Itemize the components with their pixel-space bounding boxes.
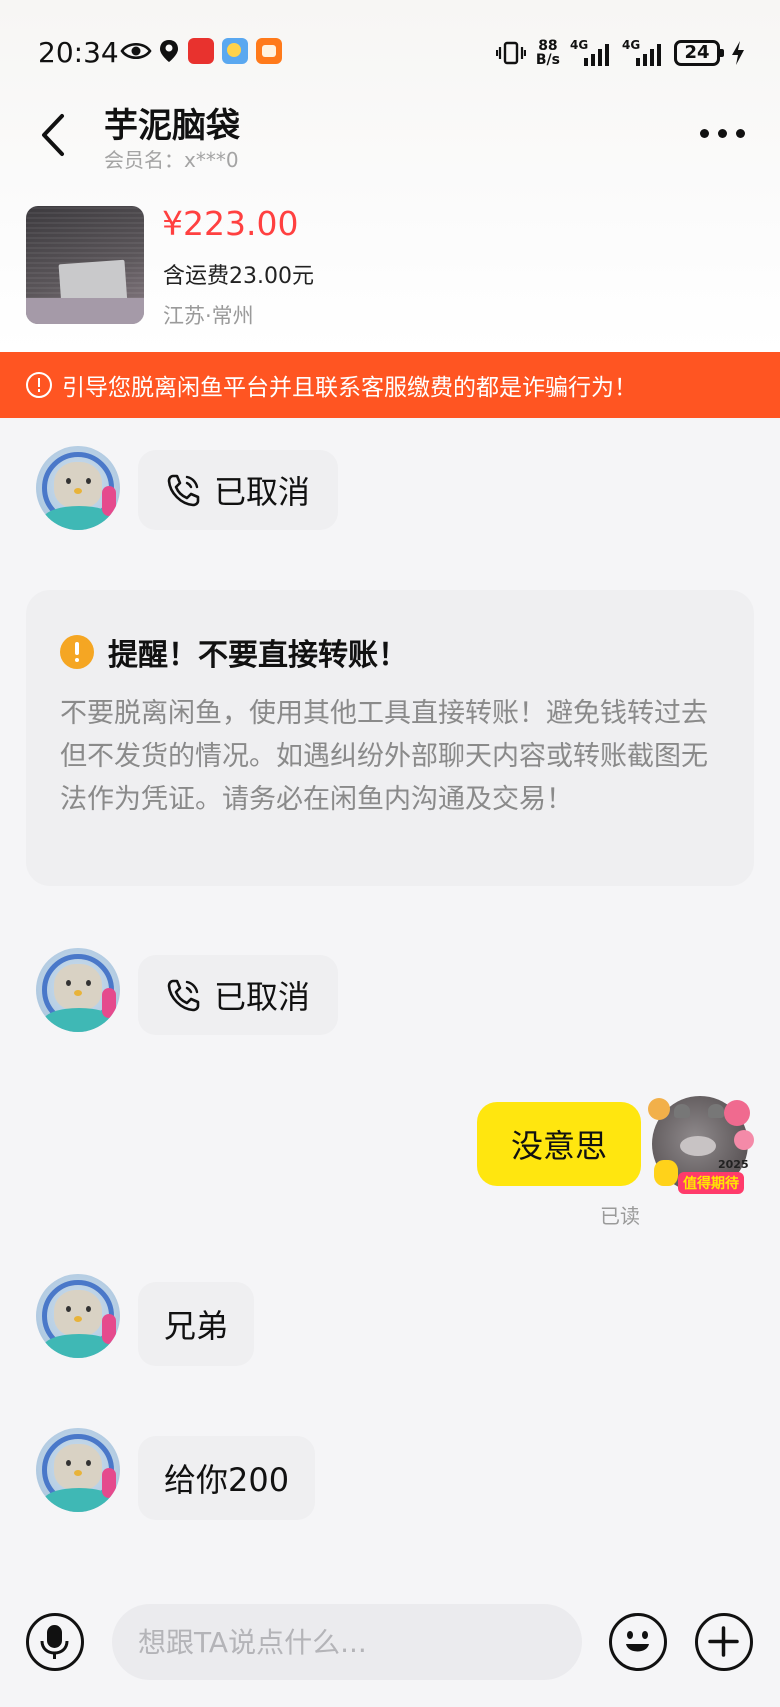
notice-body: 不要脱离闲鱼，使用其他工具直接转账！避免钱转过去但不发货的情况。如遇纠纷外部聊天…	[60, 698, 708, 815]
avatar-face	[54, 1290, 102, 1336]
eye-icon	[120, 42, 152, 60]
avatar-eye	[66, 1460, 71, 1466]
outgoing-message-text: 没意思	[510, 1127, 607, 1165]
signal-strength-1: 4G	[570, 38, 612, 68]
signal-bars-icon	[636, 44, 661, 66]
thumbnail-base	[26, 298, 144, 324]
battery-indicator: 24	[674, 40, 724, 66]
avatar-flower	[734, 1130, 754, 1150]
call-status-text: 已取消	[214, 978, 311, 1016]
incoming-message-bubble[interactable]: 给你200	[138, 1436, 316, 1520]
avatar-flower	[648, 1098, 670, 1120]
product-price: ¥223.00	[162, 204, 299, 243]
my-avatar[interactable]: 2025 值得期待	[648, 1096, 754, 1194]
signal-strength-2: 4G	[622, 38, 664, 68]
plus-icon	[708, 1626, 739, 1657]
alert-circle-icon	[26, 372, 52, 398]
outgoing-message-bubble[interactable]: 没意思	[477, 1102, 641, 1186]
phone-call-icon	[167, 979, 200, 1012]
more-dot	[718, 128, 727, 138]
fraud-warning-banner: 引导您脱离闲鱼平台并且联系客服缴费的都是诈骗行为！	[0, 352, 780, 418]
network-speed-unit: B/s	[535, 52, 560, 68]
network-speed: 88 B/s	[536, 39, 560, 67]
incoming-message-text: 兄弟	[164, 1307, 229, 1345]
more-icon[interactable]	[700, 118, 748, 148]
avatar-ear	[708, 1104, 724, 1118]
call-message-bubble[interactable]: 已取消	[138, 955, 339, 1035]
signal-bars-icon	[584, 44, 609, 66]
read-status: 已读	[600, 1204, 640, 1228]
message-input[interactable]	[112, 1604, 582, 1680]
contact-avatar[interactable]	[36, 446, 120, 530]
notice-title: 提醒！不要直接转账！	[60, 630, 720, 674]
avatar-nose	[74, 990, 82, 996]
more-actions-button[interactable]	[695, 1613, 753, 1671]
emoji-button[interactable]	[609, 1613, 667, 1671]
more-dot	[700, 128, 709, 138]
back-arrow-icon[interactable]	[34, 110, 74, 160]
notice-title-text: 提醒！不要直接转账！	[108, 638, 408, 673]
status-right: 88 B/s 4G 4G 24	[495, 36, 746, 70]
emoji-icon	[626, 1631, 649, 1652]
member-name: 会员名：x***0	[104, 148, 239, 172]
avatar-nose	[74, 488, 82, 494]
avatar-snout	[680, 1136, 716, 1156]
safety-notice-card: 提醒！不要直接转账！ 不要脱离闲鱼，使用其他工具直接转账！避免钱转过去但不发货的…	[26, 590, 754, 886]
phone-call-icon	[167, 474, 200, 507]
call-message-bubble[interactable]: 已取消	[138, 450, 339, 530]
status-time: 20:34	[38, 36, 119, 69]
avatar-eye	[66, 980, 71, 986]
avatar-accent	[102, 486, 116, 516]
avatar-face	[54, 964, 102, 1010]
product-location: 江苏·常州	[163, 304, 254, 328]
chat-title: 芋泥脑袋	[104, 106, 240, 146]
avatar-ear	[674, 1104, 690, 1118]
shipping-fee: 含运费23.00元	[163, 264, 314, 289]
avatar-year: 2025	[718, 1158, 749, 1171]
avatar-eye	[86, 478, 91, 484]
microphone-icon	[40, 1625, 69, 1659]
avatar-nose	[74, 1316, 82, 1322]
avatar-eye	[66, 1306, 71, 1312]
avatar-eye	[86, 1460, 91, 1466]
contact-avatar[interactable]	[36, 948, 120, 1032]
contact-avatar[interactable]	[36, 1274, 120, 1358]
charging-icon	[732, 41, 744, 65]
network-speed-value: 88	[538, 38, 558, 54]
avatar-accent	[102, 988, 116, 1018]
avatar-eye	[86, 980, 91, 986]
call-status-text: 已取消	[214, 473, 311, 511]
product-thumbnail[interactable]	[26, 206, 144, 324]
status-bar: 20:34 88 B/s 4G 4G 24	[0, 30, 780, 76]
incoming-message-bubble[interactable]: 兄弟	[138, 1282, 255, 1366]
avatar-eye	[86, 1306, 91, 1312]
avatar-nose	[74, 1470, 82, 1476]
avatar-gold-ingot	[654, 1160, 678, 1186]
voice-input-button[interactable]	[26, 1613, 84, 1671]
avatar-face	[54, 462, 102, 508]
more-dot	[736, 128, 745, 138]
shopping-app-icon	[256, 38, 282, 64]
vibrate-icon	[495, 41, 526, 65]
avatar-accent	[102, 1314, 116, 1344]
avatar-badge: 值得期待	[678, 1172, 744, 1194]
location-icon	[160, 40, 178, 62]
app-notification-icon	[188, 38, 214, 64]
contact-avatar[interactable]	[36, 1428, 120, 1512]
fraud-warning-text: 引导您脱离闲鱼平台并且联系客服缴费的都是诈骗行为！	[62, 375, 637, 401]
incoming-message-text: 给你200	[164, 1461, 290, 1499]
avatar-flower	[724, 1100, 750, 1126]
weather-app-icon	[222, 38, 248, 64]
avatar-accent	[102, 1468, 116, 1498]
avatar-face	[54, 1444, 102, 1490]
avatar-eye	[66, 478, 71, 484]
exclamation-icon	[60, 635, 94, 669]
